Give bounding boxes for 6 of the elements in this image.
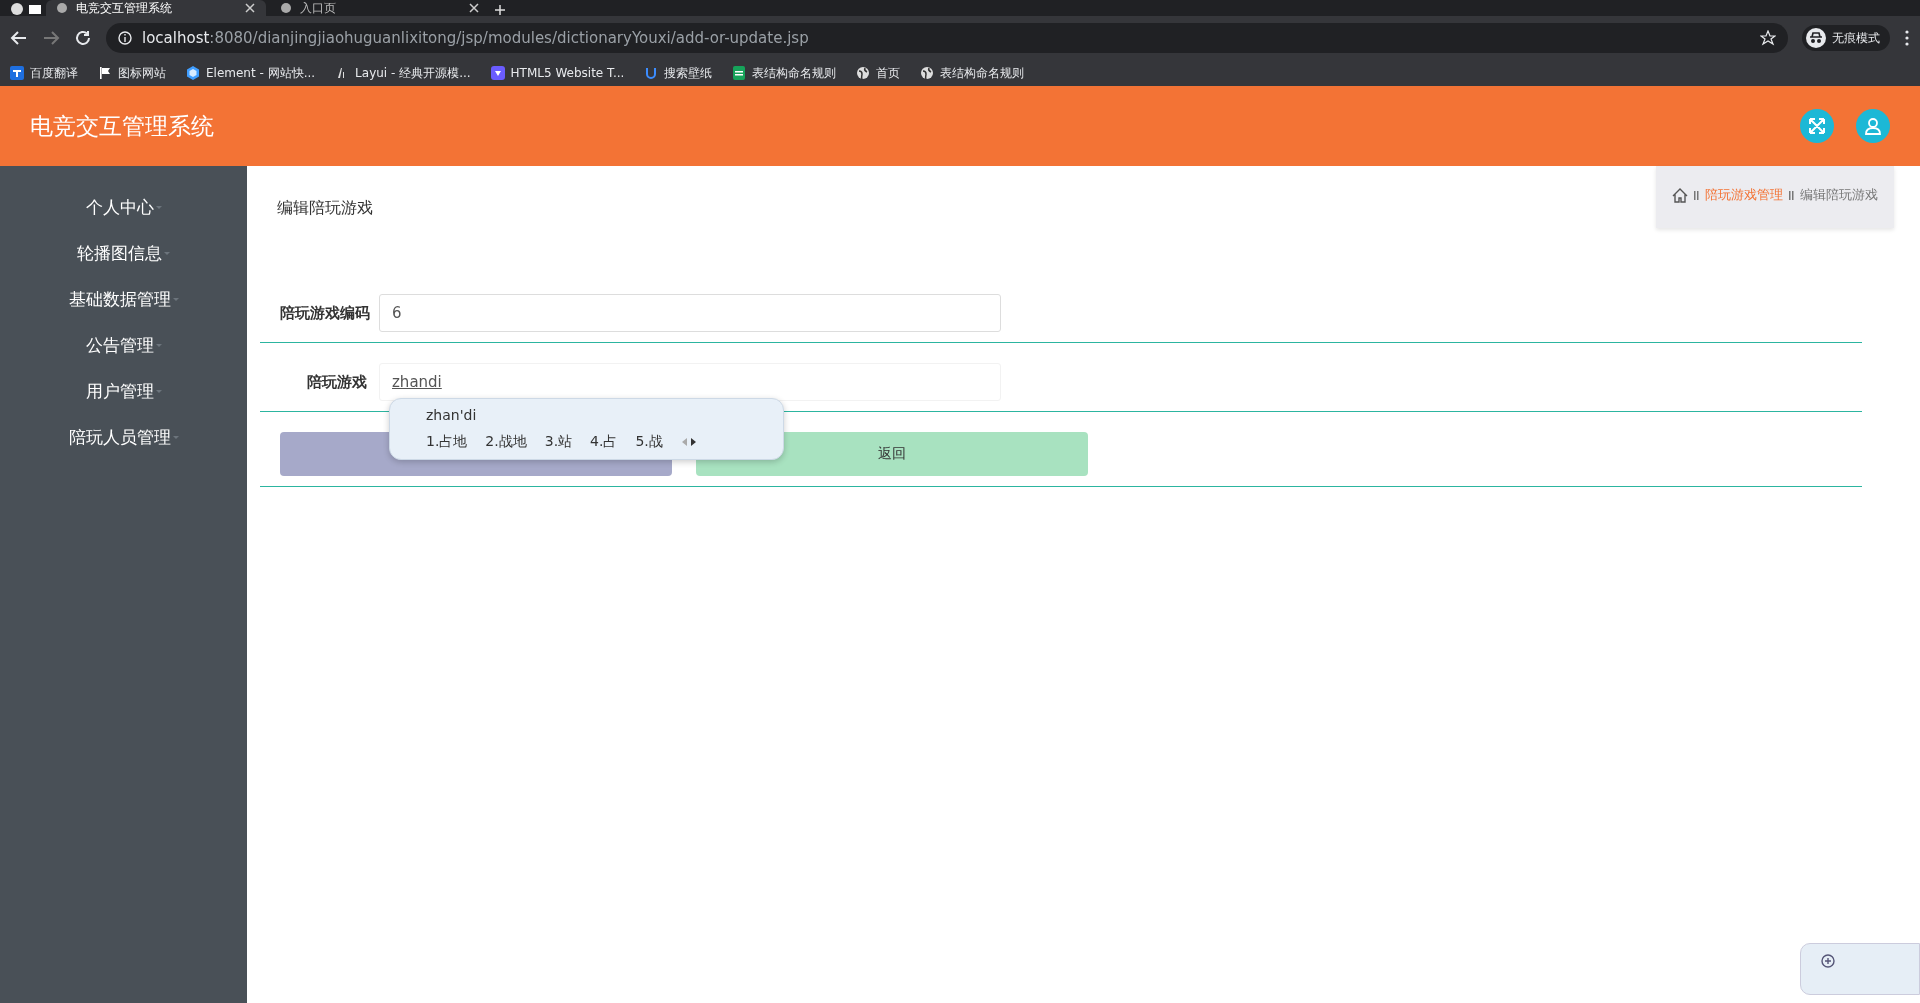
field-label: 陪玩游戏 xyxy=(306,372,367,392)
breadcrumb-current: 编辑陪玩游戏 xyxy=(1800,186,1878,204)
page-title: 编辑陪玩游戏 xyxy=(277,198,373,219)
ime-composition: zhan'di xyxy=(426,407,478,423)
url-text: localhost:8080/dianjingjiaohuguanlixitong/jsp/modules/dictionaryYouxi/add-or-update.jsp xyxy=(142,29,810,47)
app-title: 电竞交互管理系统 xyxy=(30,111,215,141)
